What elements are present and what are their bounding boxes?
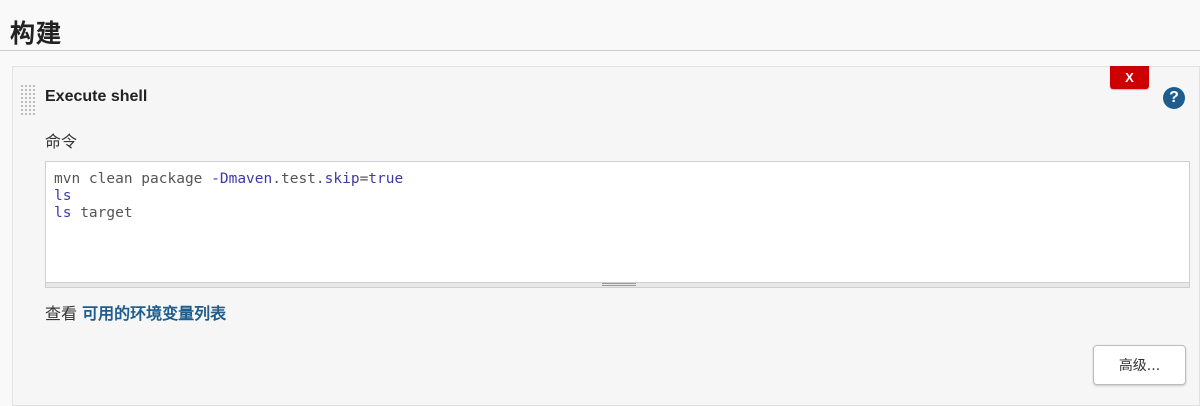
drag-handle-icon[interactable]: [20, 84, 35, 116]
command-token: ls: [54, 205, 72, 221]
question-circle-icon[interactable]: ?: [1163, 87, 1185, 109]
env-vars-line: 查看 可用的环境变量列表: [45, 300, 226, 324]
command-label: 命令: [45, 132, 78, 151]
section-divider: [0, 50, 1200, 51]
command-token: ls: [54, 188, 72, 204]
command-line: mvn clean package -Dmaven.test.skip=true: [54, 171, 1181, 188]
command-token: true: [368, 171, 404, 187]
command-token: target: [71, 205, 133, 221]
textarea-resize-handle[interactable]: [45, 283, 1190, 288]
command-token: -Dmaven: [211, 171, 273, 187]
command-token: skip: [324, 171, 360, 187]
env-prefix-text: 查看: [45, 304, 78, 323]
advanced-button[interactable]: 高级...: [1093, 345, 1186, 385]
command-token: mvn clean package: [54, 171, 212, 187]
command-line: ls target: [54, 205, 1181, 222]
command-textarea[interactable]: mvn clean package -Dmaven.test.skip=true…: [45, 161, 1190, 283]
command-token: .test.: [272, 171, 325, 187]
section-title: 构建: [10, 19, 63, 48]
delete-step-button[interactable]: X: [1110, 66, 1149, 89]
command-token: =: [359, 171, 369, 187]
resize-grip-icon: [602, 283, 636, 286]
command-line: ls: [54, 188, 1181, 205]
step-title: Execute shell: [45, 88, 148, 105]
env-vars-link[interactable]: 可用的环境变量列表: [82, 304, 226, 323]
